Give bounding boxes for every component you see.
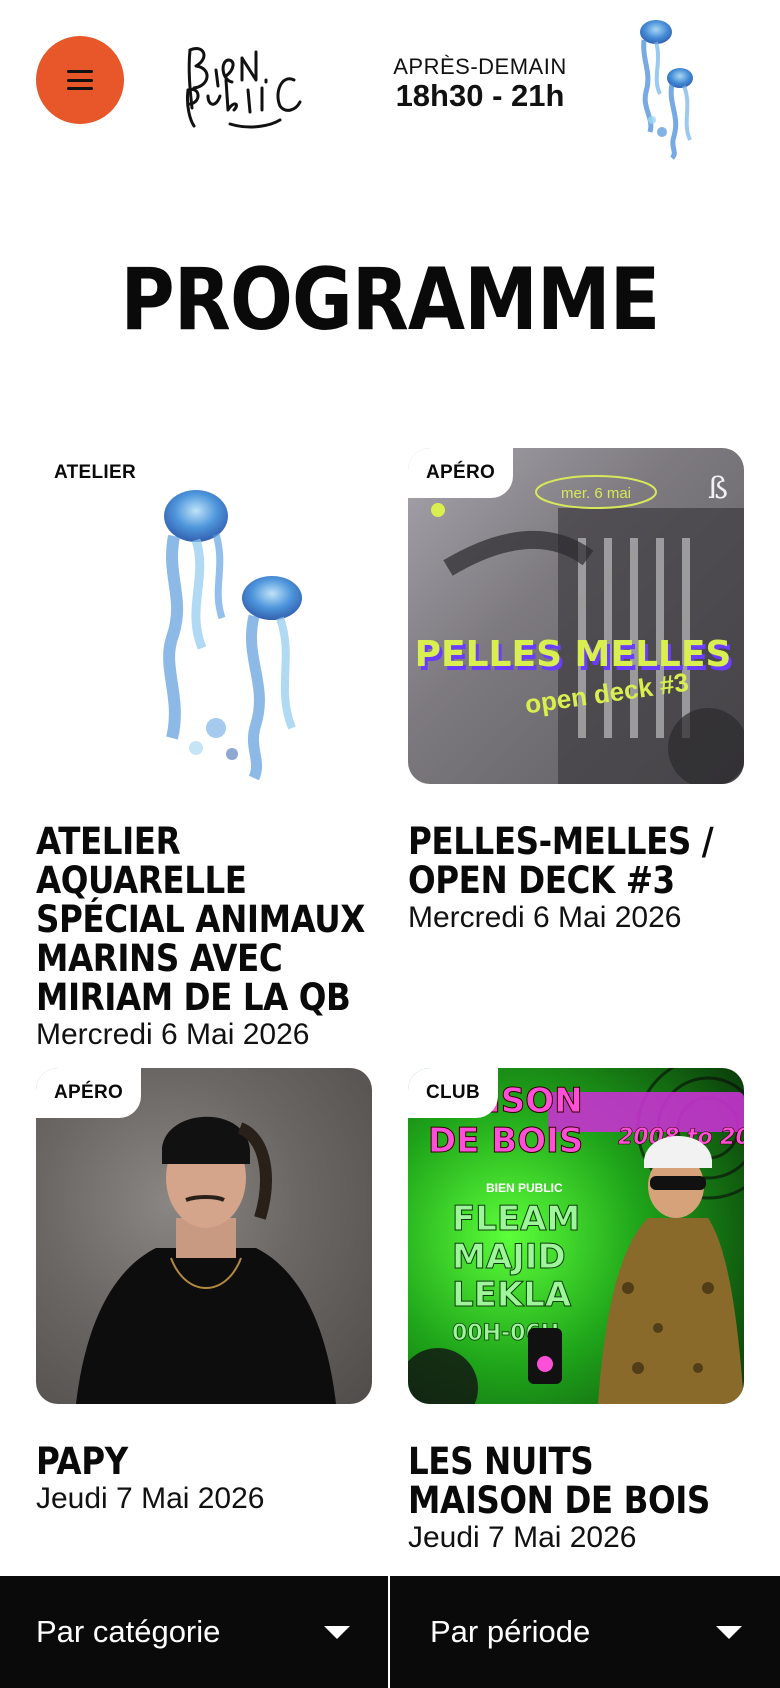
event-date: Mercredi 6 Mai 2026	[36, 1018, 310, 1051]
dj-poster: mer. 6 mai PELLES MELLES PELLES MELLES o…	[415, 471, 744, 784]
menu-button[interactable]	[36, 36, 124, 124]
category-filter-label: Par catégorie	[36, 1614, 221, 1649]
category-filter-dropdown[interactable]: Par catégorie	[0, 1576, 388, 1688]
event-title[interactable]: PELLES-MELLES / OPEN DECK #3	[408, 822, 742, 900]
schedule-day: APRÈS-DEMAIN	[393, 54, 567, 79]
caret-down-icon	[716, 1626, 742, 1639]
event-category-tag: CLUB	[408, 1068, 498, 1118]
page-title: PROGRAMME	[120, 250, 661, 350]
schedule-hours: 18h30 - 21h	[395, 78, 565, 113]
event-card[interactable]: ATELIER ATELIER AQUARELLE SPÉCIAL ANIMAU…	[36, 448, 372, 1053]
opening-schedule: APRÈS-DEMAIN 18h30 - 21h	[390, 54, 570, 112]
poster-lineup-1: FLEAM	[452, 1199, 580, 1239]
bien-public-logo[interactable]	[170, 30, 310, 130]
event-card[interactable]: CLUB MAISON DE BOIS 2008 to 2018 BIEN PU…	[408, 1068, 744, 1556]
poster-lineup-3: LEKLA	[452, 1275, 572, 1315]
event-image[interactable]: ATELIER	[36, 448, 372, 784]
artist-photo	[76, 1116, 336, 1404]
event-card[interactable]: APÉRO mer. 6 mai PELLES MELLES PELLES ME…	[408, 448, 744, 936]
period-filter-dropdown[interactable]: Par période	[388, 1576, 780, 1688]
period-filter-label: Par période	[430, 1614, 591, 1649]
jellyfish-watercolor	[163, 490, 302, 781]
event-date: Jeudi 7 Mai 2026	[408, 1521, 637, 1554]
event-title[interactable]: PAPY	[36, 1442, 370, 1481]
event-title[interactable]: LES NUITS MAISON DE BOIS	[408, 1442, 742, 1520]
event-date: Mercredi 6 Mai 2026	[408, 901, 682, 934]
event-date: Jeudi 7 Mai 2026	[36, 1482, 265, 1515]
poster-badge: mer. 6 mai	[561, 485, 631, 502]
caret-down-icon	[324, 1626, 350, 1639]
event-category-tag: APÉRO	[36, 1068, 142, 1118]
poster-title-2: DE BOIS	[428, 1121, 583, 1161]
poster-logo-mark: ß	[708, 471, 728, 506]
jellyfish-illustration	[640, 20, 693, 160]
event-title[interactable]: ATELIER AQUARELLE SPÉCIAL ANIMAUX MARINS…	[36, 822, 370, 1017]
site-header: APRÈS-DEMAIN 18h30 - 21h	[0, 0, 780, 160]
filter-bar: Par catégorie Par période	[0, 1576, 780, 1688]
hamburger-icon	[67, 70, 93, 90]
event-image[interactable]: CLUB MAISON DE BOIS 2008 to 2018 BIEN PU…	[408, 1068, 744, 1404]
event-image[interactable]: APÉRO	[36, 1068, 372, 1404]
event-category-tag: ATELIER	[36, 448, 154, 498]
poster-lineup-2: MAJID	[452, 1237, 566, 1277]
club-poster: MAISON DE BOIS 2008 to 2018 BIEN PUBLIC …	[408, 1068, 744, 1404]
event-category-tag: APÉRO	[408, 448, 514, 498]
event-card[interactable]: APÉRO PAPY Jeudi 7 Mai 2026	[36, 1068, 372, 1517]
event-image[interactable]: APÉRO mer. 6 mai PELLES MELLES PELLES ME…	[408, 448, 744, 784]
poster-brand: BIEN PUBLIC	[486, 1181, 563, 1195]
